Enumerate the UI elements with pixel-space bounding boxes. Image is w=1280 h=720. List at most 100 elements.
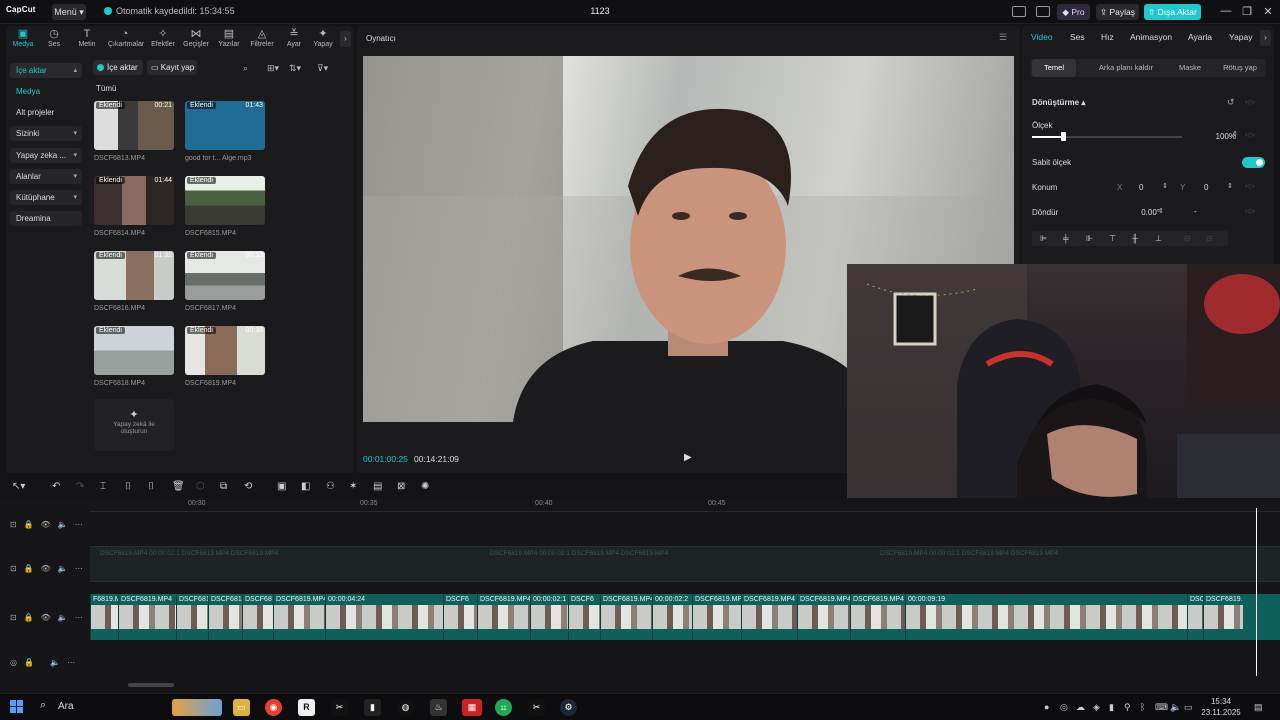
timeline-clip[interactable]: DSCF6819.MP4 — [797, 594, 850, 640]
video-editor-icon[interactable]: ▦ — [462, 699, 482, 716]
tab-ai-right[interactable]: Yapay — [1229, 32, 1252, 42]
transform-section[interactable]: Dönüştürme ▴ — [1032, 98, 1085, 107]
r-app-icon[interactable]: R — [298, 699, 315, 716]
playhead[interactable] — [1256, 508, 1257, 676]
nav-import[interactable]: İçe aktar ▴ — [10, 63, 82, 78]
align-left-icon[interactable]: ⊫ — [1040, 234, 1047, 243]
share-button[interactable]: ⇪ Paylaş — [1096, 4, 1139, 20]
export-button[interactable]: ⇧ Dışa Aktar — [1144, 4, 1201, 20]
position-x-field[interactable]: 0 — [1139, 181, 1143, 195]
align-top-icon[interactable]: ⊤ — [1109, 234, 1116, 243]
battery-icon[interactable]: ▭ — [1184, 702, 1193, 713]
tabs-more-button[interactable]: › — [340, 31, 351, 47]
split-left-icon[interactable]: ⌷ — [125, 481, 131, 492]
nav-ai[interactable]: Yapay zeka ... ▾ — [10, 148, 82, 163]
windows-start-icon[interactable] — [10, 700, 23, 713]
chrome-icon[interactable]: ◉ — [265, 699, 282, 716]
track-controls[interactable]: ⊡🔒👁🔈⋯ — [10, 520, 90, 529]
capcut-icon[interactable]: ✂ — [528, 699, 545, 716]
timeline-scrollbar[interactable] — [128, 683, 174, 687]
tab-stickers[interactable]: ◔ Çıkartmalar — [108, 28, 144, 48]
redo-icon[interactable]: ↷ — [76, 481, 84, 492]
split-icon[interactable]: ⌶ — [100, 481, 106, 492]
tab-captions[interactable]: ▤ Yazılar — [212, 28, 246, 48]
subtab-remove-bg[interactable]: Arka planı kaldır — [1086, 59, 1166, 77]
tab-effects[interactable]: ✧ Efektler — [146, 28, 180, 48]
keyframe-icon[interactable]: ‹◇› — [1245, 207, 1255, 215]
tab-audio[interactable]: ◷ Ses — [37, 28, 71, 48]
nav-media[interactable]: Medya — [10, 84, 82, 99]
whatsapp-icon[interactable]: 11 — [495, 699, 512, 716]
ai-tool-icon[interactable]: ✺ — [421, 481, 429, 492]
network-icon[interactable]: ⌨ — [1155, 702, 1168, 713]
track-controls[interactable]: ⊡🔒👁🔈⋯ — [10, 564, 90, 573]
shield-icon[interactable]: ◈ — [1093, 702, 1100, 713]
obs-icon[interactable]: ◍ — [397, 699, 414, 716]
view-toggle-icon[interactable]: ⊞▾ — [267, 63, 279, 74]
tab-video[interactable]: Video — [1031, 32, 1053, 42]
tab-text[interactable]: T Metin — [70, 28, 104, 48]
keyframe-icon[interactable]: ‹◇› — [1245, 98, 1255, 106]
split-right-icon[interactable]: ⌷ — [148, 481, 154, 492]
media-item[interactable]: Eklendi 01:44 DSCF6814.MP4 — [94, 176, 174, 237]
timeline-clip[interactable]: DSCF6819.MP4 — [850, 594, 905, 640]
onedrive-icon[interactable]: ☁ — [1076, 702, 1085, 713]
media-item[interactable]: Eklendi 00:38 DSCF6819.MP4 — [185, 326, 265, 387]
tabs-more-button[interactable]: › — [1260, 30, 1271, 46]
timeline-clip[interactable]: DSCI — [1187, 594, 1203, 640]
crop-icon[interactable]: ⧉ — [220, 481, 227, 492]
minimize-button[interactable]: — — [1219, 5, 1233, 17]
shortcut-icon[interactable] — [1036, 6, 1050, 17]
nav-library[interactable]: Kütüphane ▾ — [10, 190, 82, 205]
notification-icon[interactable]: ▤ — [1254, 702, 1263, 713]
overlay-track[interactable]: DSCF6819.MP4 00:00:02:1 DSCF6819.MP4 DSC… — [90, 546, 1280, 582]
timeline-clip[interactable]: DSCF6819.MP4 — [741, 594, 797, 640]
time-ruler[interactable]: 00:30 00:35 00:40 00:45 — [90, 498, 1280, 512]
mic-app-icon[interactable]: ▮ — [364, 699, 381, 716]
close-button[interactable]: ✕ — [1261, 5, 1275, 18]
timeline-clip[interactable]: 00:00:09:19 — [905, 594, 1187, 640]
timeline-clip[interactable]: DSCF6819.MP4 — [118, 594, 176, 640]
microphone-icon[interactable]: ♨ — [430, 699, 447, 716]
stepper-icon[interactable]: ⇕ — [1158, 207, 1164, 215]
tab-animation[interactable]: Animasyon — [1130, 32, 1172, 42]
timeline-clip[interactable]: F6819.MI — [90, 594, 118, 640]
timeline-clip[interactable]: DSCF681 — [176, 594, 208, 640]
freeze-icon[interactable]: ▣ — [277, 481, 286, 492]
timeline-clip[interactable]: DSCF6819.MP4 — [692, 594, 741, 640]
timeline-clip[interactable]: DSCF6 — [443, 594, 477, 640]
timeline-clip[interactable]: 00:00:02:1 — [530, 594, 568, 640]
tab-filters[interactable]: ◬ Filtreler — [245, 28, 279, 48]
layout-icon[interactable] — [1012, 6, 1026, 17]
project-title[interactable]: 1123 — [580, 6, 620, 16]
rotate-dial-icon[interactable]: - — [1194, 207, 1197, 216]
timeline-clip[interactable]: DSCF6819.M — [1203, 594, 1243, 640]
bluetooth-icon[interactable]: ᛒ — [1140, 702, 1145, 712]
tab-transitions[interactable]: ⋈ Geçişler — [179, 28, 213, 48]
subtab-retouch[interactable]: Rötuş yap — [1216, 59, 1264, 77]
select-tool-icon[interactable]: ↖▾ — [12, 481, 25, 492]
search-icon[interactable]: ⌕ — [40, 699, 46, 712]
auto-reframe-icon[interactable]: ⟲ — [244, 481, 252, 492]
player-menu-icon[interactable]: ☰ — [999, 32, 1007, 43]
track-controls[interactable]: ⊡🔒👁🔈⋯ — [10, 613, 90, 622]
usb-icon[interactable]: ⚲ — [1124, 702, 1131, 713]
uniform-scale-toggle[interactable] — [1242, 157, 1265, 168]
stepper-icon[interactable]: ⇕ — [1232, 130, 1238, 138]
nav-dreamina[interactable]: Dreamina — [10, 211, 82, 226]
media-item[interactable]: Eklendi 01:32 DSCF6816.MP4 — [94, 251, 174, 312]
media-item[interactable]: Eklendi DSCF6815.MP4 — [185, 176, 265, 237]
filter-icon[interactable]: ⊽▾ — [317, 63, 328, 74]
capcut-icon[interactable]: ✂ — [331, 699, 348, 716]
align-bottom-icon[interactable]: ⊥ — [1155, 234, 1162, 243]
tab-speed[interactable]: Hız — [1101, 32, 1114, 42]
mark-icon[interactable]: ⬡ — [196, 481, 205, 492]
subtab-basic[interactable]: Temel — [1032, 59, 1076, 77]
maximize-button[interactable]: ❐ — [1240, 5, 1254, 18]
media-item[interactable]: Eklendi DSCF6818.MP4 — [94, 326, 174, 387]
align-center-v-icon[interactable]: ╫ — [1132, 234, 1138, 243]
track-controls[interactable]: ◎🔒 🔈⋯ — [10, 658, 82, 667]
timeline-clip[interactable]: DSCF68 — [242, 594, 273, 640]
timeline-clip[interactable]: DSCF6 — [568, 594, 600, 640]
import-button[interactable]: İçe aktar — [93, 60, 143, 75]
